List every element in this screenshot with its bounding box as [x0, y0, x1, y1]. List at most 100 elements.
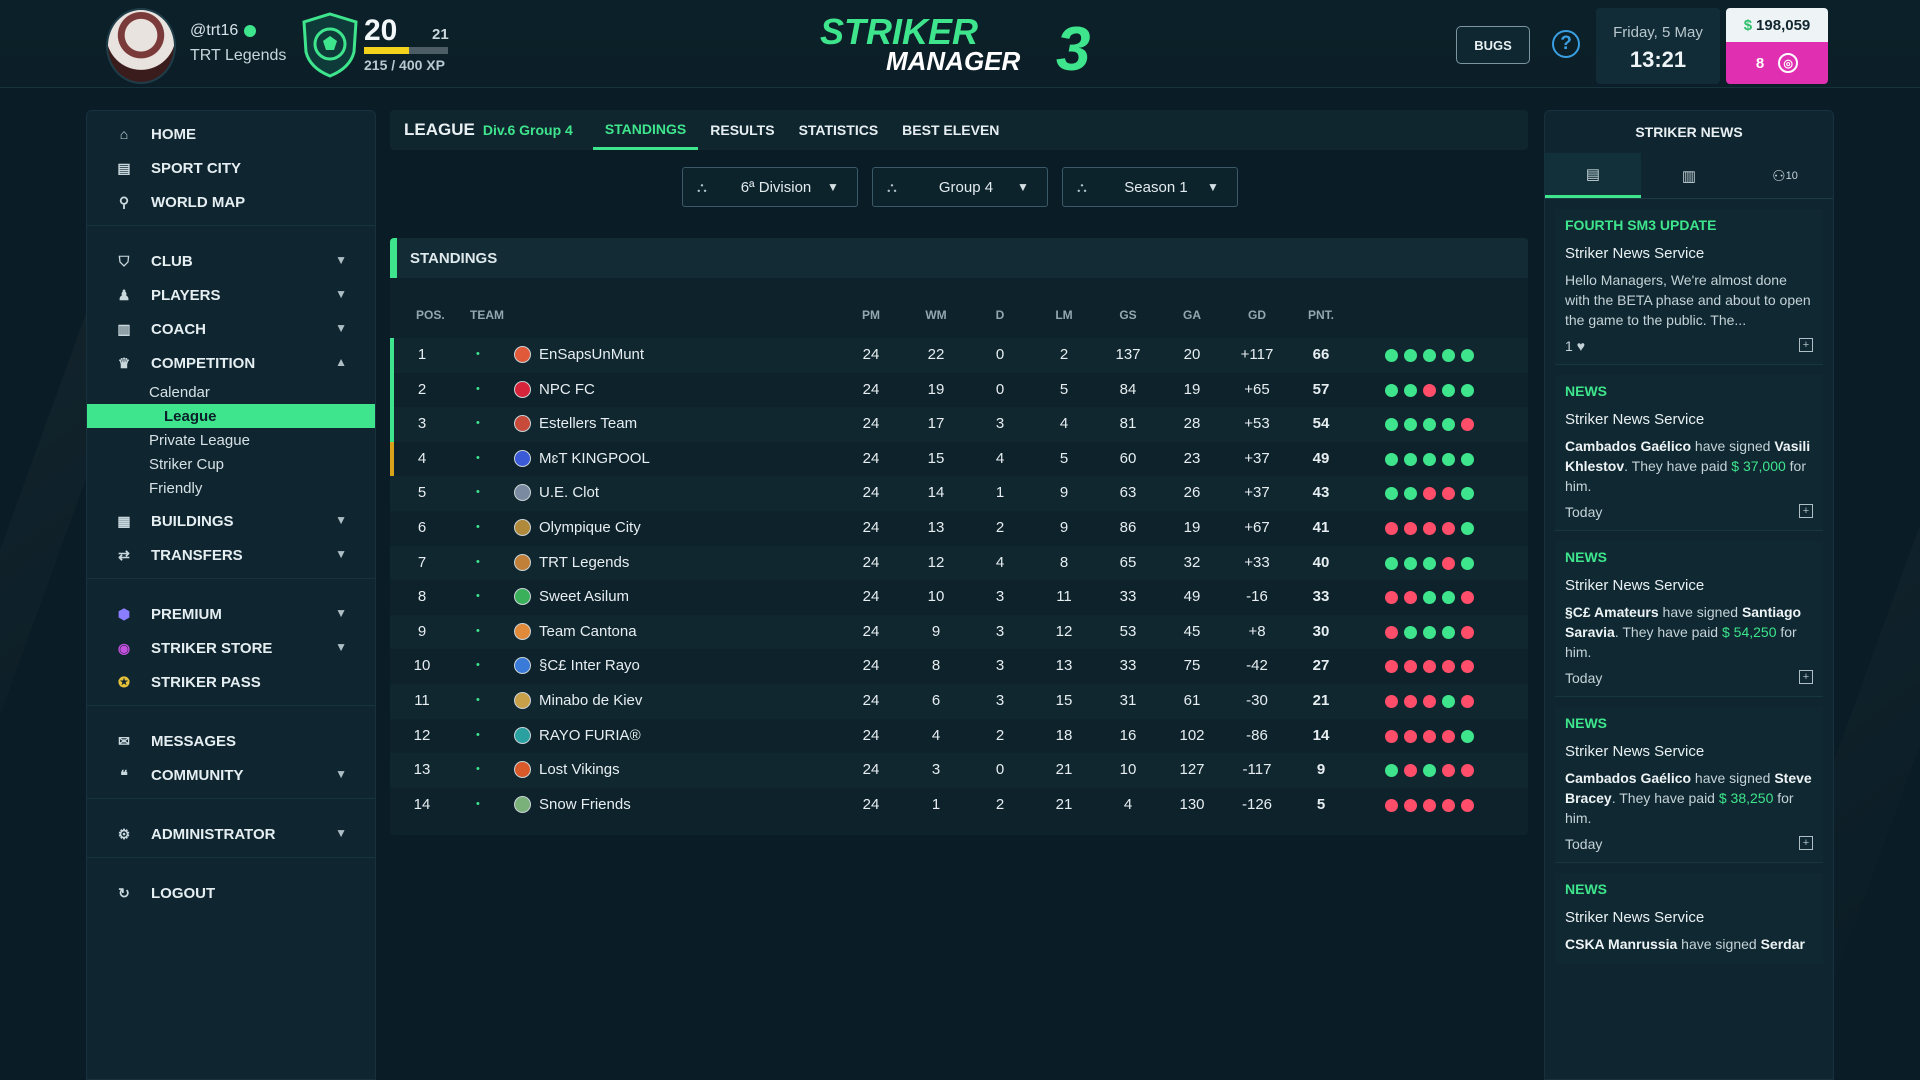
table-row[interactable]: 3 • Estellers Team 24 17 3 4 81 28 +53 54	[390, 407, 1528, 442]
news-card[interactable]: NEWS Striker News Service CSKA Manrussia…	[1555, 873, 1823, 964]
sidebar-item-striker-pass[interactable]: ✪ STRIKER PASS	[87, 665, 375, 699]
team-crest-icon	[514, 657, 531, 675]
cell-team[interactable]: Olympique City	[514, 518, 641, 536]
sidebar-item-sport-city[interactable]: ▤ SPORT CITY	[87, 151, 375, 185]
news-date: Today	[1565, 504, 1603, 520]
news-club: CSKA Manrussia	[1565, 936, 1678, 952]
table-row[interactable]: 5 • U.E. Clot 24 14 1 9 63 26 +37 43	[390, 476, 1528, 511]
expand-icon[interactable]: +	[1799, 670, 1813, 684]
sidebar-item-world-map[interactable]: ⚲ WORLD MAP	[87, 185, 375, 219]
sidebar-item-home[interactable]: ⌂ HOME	[87, 117, 375, 151]
table-row[interactable]: 12 • RAYO FURIA® 24 4 2 18 16 102 -86 14	[390, 719, 1528, 754]
cell-team[interactable]: Snow Friends	[514, 795, 631, 813]
expand-icon[interactable]: +	[1799, 504, 1813, 518]
tab-statistics[interactable]: STATISTICS	[787, 110, 891, 150]
tab-news-feed[interactable]: ▤	[1545, 153, 1641, 198]
cell-team[interactable]: Sweet Asilum	[514, 588, 629, 606]
cell-gs: 137	[1115, 346, 1141, 363]
col-ga[interactable]: GA	[1167, 308, 1217, 322]
money-balance[interactable]: $198,059	[1726, 8, 1828, 42]
sidebar-item-premium[interactable]: ⬢ PREMIUM ▼	[87, 597, 375, 631]
col-d[interactable]: D	[975, 308, 1025, 322]
table-row[interactable]: 9 • Team Cantona 24 9 3 12 53 45 +8 30	[390, 614, 1528, 650]
sidebar-subitem-striker-cup[interactable]: Striker Cup	[87, 452, 375, 476]
tab-news-notes[interactable]: ▥	[1641, 153, 1737, 198]
news-card[interactable]: FOURTH SM3 UPDATE Striker News Service H…	[1555, 209, 1823, 365]
cell-team[interactable]: RAYO FURIA®	[514, 726, 641, 744]
table-row[interactable]: 7 • TRT Legends 24 12 4 8 65 32 +33 40	[390, 545, 1528, 581]
cell-team[interactable]: MɛT KINGPOOL	[514, 449, 650, 467]
news-card[interactable]: NEWS Striker News Service Cambados Gaéli…	[1555, 375, 1823, 531]
sidebar-item-community[interactable]: ❝ COMMUNITY ▼	[87, 758, 375, 792]
sidebar-item-striker-store[interactable]: ◉ STRIKER STORE ▼	[87, 631, 375, 665]
table-row[interactable]: 8 • Sweet Asilum 24 10 3 11 33 49 -16 33	[390, 580, 1528, 615]
table-row[interactable]: 14 • Snow Friends 24 1 2 21 4 130 -126 5	[390, 788, 1528, 823]
striker-manager-logo[interactable]: STRIKER MANAGER 3	[820, 14, 1110, 76]
table-row[interactable]: 10 • §C£ Inter Rayo 24 8 3 13 33 75 -42 27	[390, 649, 1528, 684]
col-pm[interactable]: PM	[846, 308, 896, 322]
news-card[interactable]: NEWS Striker News Service Cambados Gaéli…	[1555, 707, 1823, 863]
sidebar-item-club[interactable]: ⛉ CLUB ▼	[87, 244, 375, 278]
sidebar-subitem-friendly[interactable]: Friendly	[87, 476, 375, 500]
cell-pos: 9	[417, 622, 427, 640]
help-icon[interactable]: ?	[1552, 30, 1580, 58]
table-row[interactable]: 1 • EnSapsUnMunt 24 22 0 2 137 20 +117 66	[390, 338, 1528, 373]
cell-team[interactable]: Minabo de Kiev	[514, 691, 642, 709]
news-likes[interactable]: 1 ♥	[1565, 338, 1813, 354]
col-team[interactable]: TEAM	[470, 308, 504, 322]
cell-team[interactable]: TRT Legends	[514, 553, 629, 571]
bugs-button[interactable]: BUGS	[1456, 26, 1530, 64]
cell-pnt: 49	[1312, 449, 1330, 467]
sidebar-item-buildings[interactable]: ▦ BUILDINGS ▼	[87, 504, 375, 538]
sidebar-item-competition[interactable]: ♛ COMPETITION ▲	[87, 346, 375, 380]
sidebar-item-transfers[interactable]: ⇄ TRANSFERS ▼	[87, 538, 375, 572]
table-row[interactable]: 11 • Minabo de Kiev 24 6 3 15 31 61 -30 21	[390, 683, 1528, 719]
cell-gs: 86	[1119, 518, 1137, 536]
expand-icon[interactable]: +	[1799, 338, 1813, 352]
tab-results[interactable]: RESULTS	[698, 110, 786, 150]
sidebar-subitem-private-league[interactable]: Private League	[87, 428, 375, 452]
cell-gs: 53	[1119, 622, 1137, 640]
tab-best-eleven[interactable]: BEST ELEVEN	[890, 110, 1011, 150]
cell-team[interactable]: Estellers Team	[514, 415, 637, 433]
standings-column-headers: POS. TEAM PM WM D LM GS GA GD PNT.	[390, 308, 1528, 324]
cell-team[interactable]: NPC FC	[514, 380, 595, 398]
expand-icon[interactable]: +	[1799, 836, 1813, 850]
tab-standings[interactable]: STANDINGS	[592, 110, 699, 150]
table-row[interactable]: 13 • Lost Vikings 24 3 0 21 10 127 -117 9	[390, 753, 1528, 788]
cell-team[interactable]: Team Cantona	[514, 622, 637, 640]
tab-news-community[interactable]: ⚇ 10	[1737, 153, 1833, 198]
table-row[interactable]: 6 • Olympique City 24 13 2 9 86 19 +67 41	[390, 511, 1528, 546]
sidebar-subitem-calendar[interactable]: Calendar	[87, 380, 375, 404]
col-gs[interactable]: GS	[1103, 308, 1153, 322]
division-select-value: 6ª Division	[740, 178, 812, 196]
sidebar-subitem-league[interactable]: League	[87, 404, 375, 428]
season-select[interactable]: ⛬ Season 1 ▼	[1062, 167, 1238, 207]
cell-pos: 8	[417, 588, 427, 606]
col-gd[interactable]: GD	[1232, 308, 1282, 322]
news-card[interactable]: NEWS Striker News Service §C£ Amateurs h…	[1555, 541, 1823, 697]
sidebar-item-coach[interactable]: ▥ COACH ▼	[87, 312, 375, 346]
cell-d: 2	[995, 518, 1005, 536]
sidebar-item-messages[interactable]: ✉ MESSAGES	[87, 724, 375, 758]
sidebar-item-label: TRANSFERS	[151, 546, 243, 564]
cell-team[interactable]: U.E. Clot	[514, 484, 599, 502]
group-select[interactable]: ⛬ Group 4 ▼	[872, 167, 1048, 207]
col-lm[interactable]: LM	[1039, 308, 1089, 322]
sidebar-item-players[interactable]: ♟ PLAYERS ▼	[87, 278, 375, 312]
news-source: Striker News Service	[1565, 909, 1705, 926]
division-select[interactable]: ⛬ 6ª Division ▼	[682, 167, 858, 207]
cell-team[interactable]: EnSapsUnMunt	[514, 346, 644, 363]
cell-team[interactable]: Lost Vikings	[514, 761, 620, 779]
logo-line2: MANAGER	[886, 46, 1021, 76]
col-pnt[interactable]: PNT.	[1296, 308, 1346, 322]
sidebar-item-administrator[interactable]: ⚙ ADMINISTRATOR ▼	[87, 817, 375, 851]
table-row[interactable]: 2 • NPC FC 24 19 0 5 84 19 +65 57	[390, 372, 1528, 408]
cell-team[interactable]: §C£ Inter Rayo	[514, 657, 640, 675]
col-pos[interactable]: POS.	[416, 308, 445, 322]
avatar[interactable]	[106, 8, 176, 84]
coins-balance[interactable]: 8 ◎	[1726, 42, 1828, 84]
sidebar-item-logout[interactable]: ↻ LOGOUT	[87, 876, 375, 910]
col-wm[interactable]: WM	[911, 308, 961, 322]
table-row[interactable]: 4 • MɛT KINGPOOL 24 15 4 5 60 23 +37 49	[390, 441, 1528, 477]
